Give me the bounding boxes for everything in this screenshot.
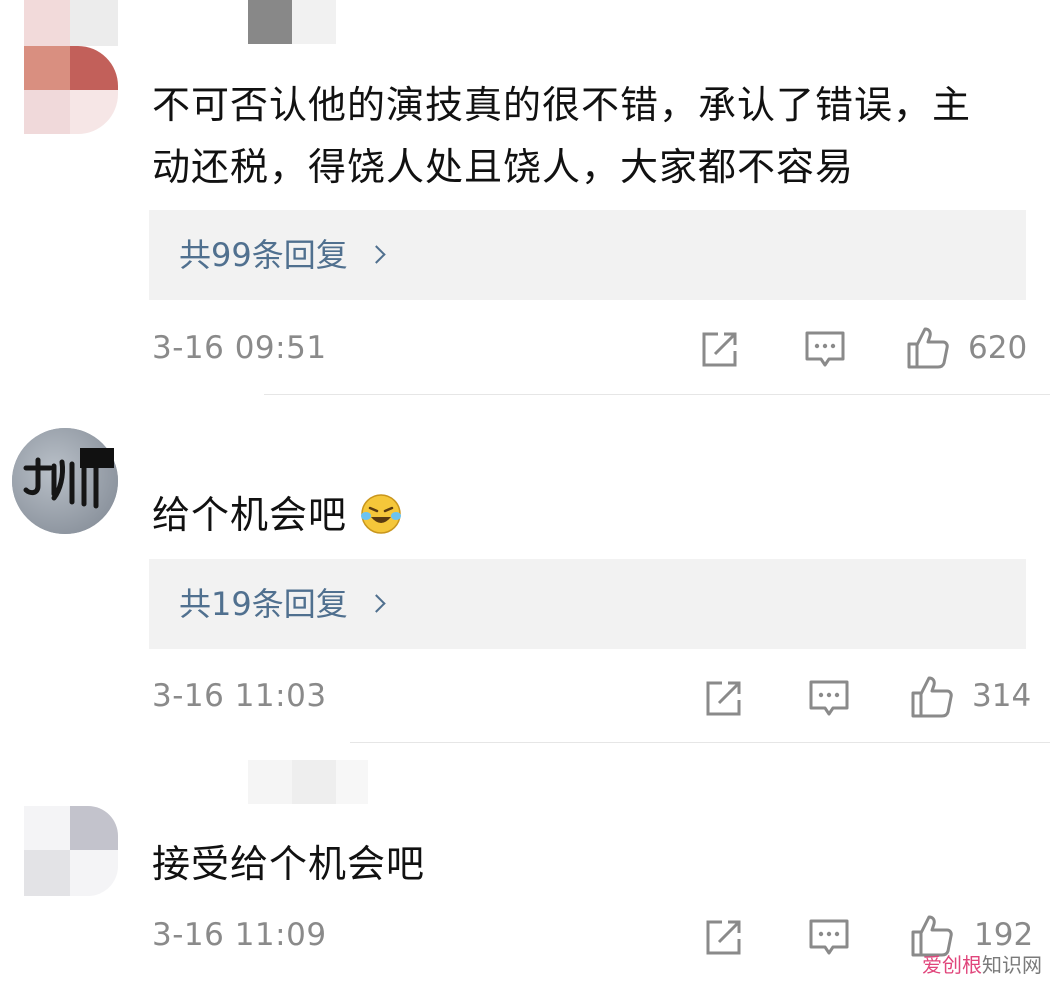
comment-icon[interactable] [807,676,851,720]
comment-text: 不可否认他的演技真的很不错，承认了错误，主 动还税，得饶人处且饶人，大家都不容易 [152,83,972,189]
replies-link[interactable]: 共99条回复 [149,210,1026,300]
chevron-right-icon [367,593,386,613]
comment-icon[interactable] [807,915,851,959]
watermark: 爱创根知识网 [922,953,1042,977]
username-redacted[interactable] [248,0,292,44]
username-redacted [292,760,336,804]
share-icon[interactable] [702,676,746,720]
divider [350,742,1050,743]
comment-text: 给个机会吧 [152,484,402,546]
avatar[interactable] [12,428,118,534]
comment-text: 接受给个机会吧 [152,842,426,886]
divider [264,394,1050,395]
thumbs-up-icon[interactable] [906,326,950,370]
comment-timestamp: 3-16 09:51 [152,330,327,366]
username-redacted[interactable] [248,760,292,804]
comment-timestamp: 3-16 11:03 [152,678,327,714]
username-redacted [292,0,336,44]
replies-count-label: 共19条回复 [179,585,348,623]
replies-link[interactable]: 共19条回复 [149,559,1026,649]
thumbs-up-icon[interactable] [910,675,954,719]
comment-icon[interactable] [803,327,847,371]
avatar[interactable] [24,806,118,896]
share-icon[interactable] [698,327,742,371]
avatar[interactable] [24,0,118,134]
avatar-corner-mark [80,448,114,468]
chevron-right-icon [367,244,386,264]
share-icon[interactable] [702,915,746,959]
like-count: 192 [974,917,1034,953]
username-redacted [336,760,368,804]
replies-count-label: 共99条回复 [179,236,348,274]
laughing-crying-emoji [361,493,402,534]
like-count: 314 [972,678,1032,714]
comment-timestamp: 3-16 11:09 [152,917,327,953]
like-count: 620 [968,330,1028,366]
